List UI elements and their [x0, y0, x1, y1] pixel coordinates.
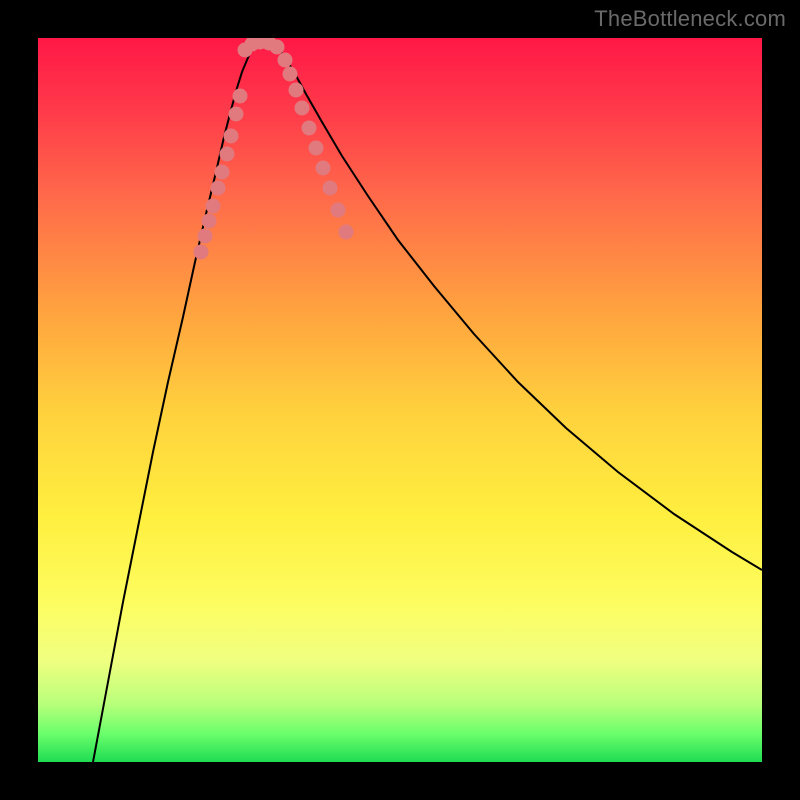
data-marker — [331, 203, 346, 218]
left-curve — [93, 40, 259, 762]
data-marker — [220, 147, 235, 162]
data-marker — [283, 67, 298, 82]
data-marker — [289, 83, 304, 98]
data-marker — [323, 181, 338, 196]
data-marker — [278, 53, 293, 68]
data-marker — [309, 141, 324, 156]
right-curve — [270, 40, 762, 570]
data-marker — [229, 107, 244, 122]
curves-svg — [38, 38, 762, 762]
data-marker — [211, 181, 226, 196]
data-marker — [233, 89, 248, 104]
marker-group — [194, 38, 354, 260]
data-marker — [215, 165, 230, 180]
data-marker — [202, 214, 217, 229]
data-marker — [339, 225, 354, 240]
data-marker — [224, 129, 239, 144]
data-marker — [270, 40, 285, 55]
data-marker — [295, 101, 310, 116]
chart-frame: TheBottleneck.com — [0, 0, 800, 800]
data-marker — [302, 121, 317, 136]
watermark-text: TheBottleneck.com — [594, 6, 786, 32]
data-marker — [198, 229, 213, 244]
data-marker — [194, 245, 209, 260]
data-marker — [316, 161, 331, 176]
plot-area — [38, 38, 762, 762]
data-marker — [206, 199, 221, 214]
